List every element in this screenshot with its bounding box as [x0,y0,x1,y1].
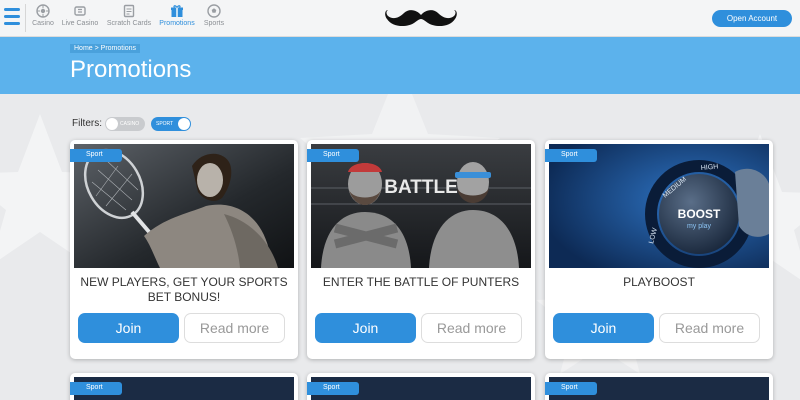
nav-item-promotions[interactable]: Promotions [158,4,196,32]
nav-item-live-casino[interactable]: Live Casino [61,4,99,32]
top-navigation-bar: Casino Live Casino Scratch Cards Promoti… [0,0,800,37]
gift-icon [171,5,183,17]
casino-filter-label: CASINO [120,121,140,127]
boost-image-subtext: my play [687,223,712,230]
read-more-button[interactable]: Read more [421,313,522,343]
card-tag-sport: Sport [545,382,597,395]
sport-filter-label: SPORT [156,121,174,127]
promotions-banner: Home > Promotions Promotions [0,37,800,94]
toggle-knob [178,118,190,130]
promo-image-boost-dial[interactable]: LOW MEDIUM HIGH BOOST my play [549,144,769,268]
battle-image-text: BATTLE [384,177,458,198]
read-more-button[interactable]: Read more [659,313,760,343]
promo-card[interactable]: Sport [70,373,298,400]
card-title: NEW PLAYERS, GET YOUR SPORTS BET BONUS! [80,275,288,304]
mustache-logo[interactable] [384,6,458,32]
hamburger-menu-icon[interactable] [4,8,20,26]
card-tag-sport: Sport [70,149,122,162]
card-title: ENTER THE BATTLE OF PUNTERS [322,275,520,289]
nav-item-scratch-cards[interactable]: Scratch Cards [105,4,153,32]
nav-item-live-casino-label: Live Casino [61,20,99,27]
nav-item-sports[interactable]: Sports [201,4,227,32]
nav-item-sports-label: Sports [203,20,225,27]
sport-filter-toggle[interactable]: SPORT [151,117,191,131]
join-button[interactable]: Join [78,313,179,343]
nav-item-casino[interactable]: Casino [30,4,56,32]
open-account-button[interactable]: Open Account [712,10,792,27]
card-title: PLAYBOOST [623,275,695,289]
promo-card-sports-bet-bonus: Sport NEW PLAYERS, GET YOUR SPORTS BET B… [70,140,298,359]
page-title: Promotions [70,56,192,83]
casino-filter-toggle[interactable]: CASINO [105,117,145,131]
promo-image-tennis-player[interactable] [74,144,294,268]
roulette-icon [36,4,50,18]
football-icon [207,4,221,18]
filters-label: Filters: [72,118,102,129]
card-tag-sport: Sport [307,382,359,395]
nav-item-scratch-cards-label: Scratch Cards [106,20,152,27]
breadcrumb[interactable]: Home > Promotions [70,44,141,53]
promo-card[interactable]: Sport [545,373,773,400]
join-button[interactable]: Join [553,313,654,343]
read-more-button[interactable]: Read more [184,313,285,343]
nav-item-promotions-label: Promotions [159,20,195,27]
live-dealer-icon [74,6,86,16]
promo-image-battle[interactable]: BATTLE [311,144,531,268]
promo-card-battle-of-punters: BATTLE Sport ENTER THE BATTLE OF PUNTERS… [307,140,535,359]
promo-card-playboost: LOW MEDIUM HIGH BOOST my play Sport PLAY… [545,140,773,359]
boost-image-text: BOOST [678,207,721,221]
nav-divider [25,4,26,32]
card-tag-sport: Sport [70,382,122,395]
nav-item-casino-label: Casino [32,20,54,27]
toggle-knob [106,118,118,130]
scratch-card-icon [123,4,135,18]
join-button[interactable]: Join [315,313,416,343]
promo-card[interactable]: Sport [307,373,535,400]
card-tag-sport: Sport [545,149,597,162]
card-tag-sport: Sport [307,149,359,162]
